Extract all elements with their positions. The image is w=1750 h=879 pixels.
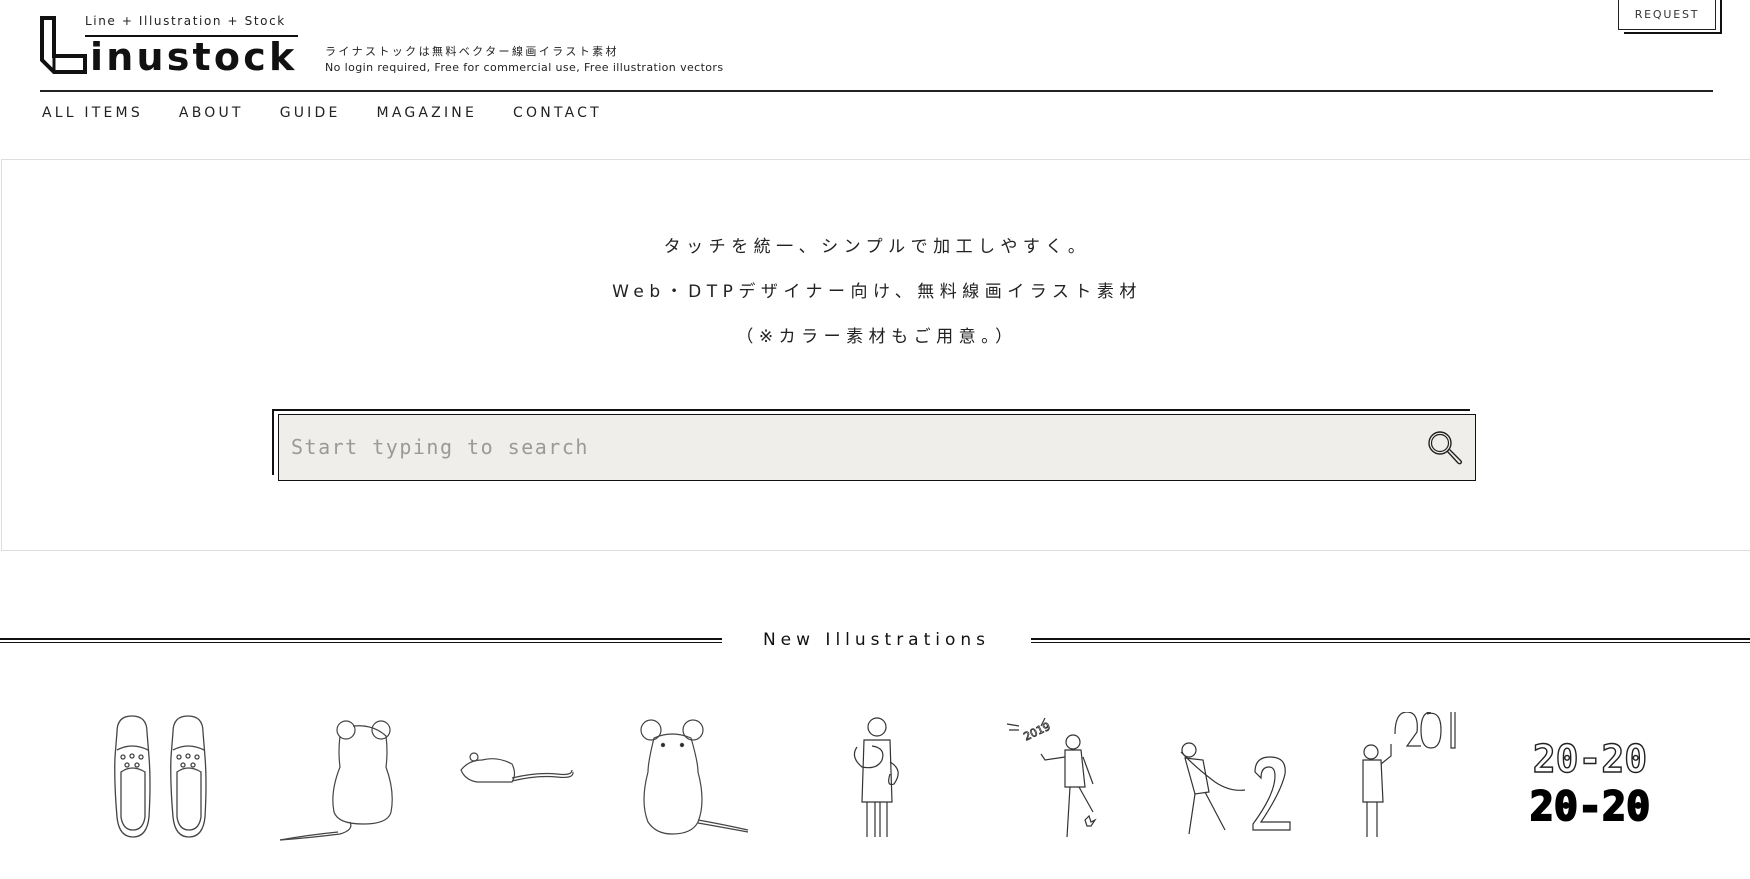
main-nav: ALL ITEMS ABOUT GUIDE MAGAZINE CONTACT (42, 105, 638, 121)
illustration-woman-lucky-bag[interactable] (842, 712, 912, 842)
logo-wordmark: inustock (90, 35, 298, 79)
illustration-mouse-side[interactable] (457, 712, 577, 842)
sandals-image (114, 715, 207, 838)
illustration-sandals[interactable] (105, 712, 215, 842)
site-tagline: ライナストックは無料ベクター線画イラスト素材 No login required… (325, 44, 723, 76)
logo-mark-icon (40, 16, 87, 74)
search-icon[interactable] (1425, 428, 1465, 468)
search-frame-top (272, 409, 1470, 411)
mouse-front-image (640, 719, 749, 835)
section-divider-right (1031, 638, 1750, 643)
search-box (278, 414, 1476, 481)
section-divider-left (0, 638, 722, 643)
site-tagline-ja: ライナストックは無料ベクター線画イラスト素材 (325, 45, 619, 58)
kick-2019-image: 2019 (1006, 717, 1097, 838)
nav-item-magazine[interactable]: MAGAZINE (377, 105, 477, 121)
2020-solid-text: 20-20 (1530, 784, 1650, 830)
logo-tagline: Line + Illustration + Stock (85, 14, 286, 28)
2020-text-image: 20-20 20-20 (1529, 736, 1651, 831)
illustration-2020-text[interactable]: 20-20 20-20 (1529, 712, 1651, 842)
hero-subheadline: Web・DTPデザイナー向け、無料線画イラスト素材 (612, 282, 1142, 302)
hero-section: タッチを統一、シンプルで加工しやすく。 Web・DTPデザイナー向け、無料線画イ… (1, 159, 1750, 551)
mouse-back-image (279, 720, 393, 841)
pulling-2-image (1180, 742, 1291, 835)
header-divider (40, 90, 1713, 92)
search-input[interactable] (279, 415, 1419, 479)
illustration-kick-2019[interactable]: 2019 (1005, 712, 1105, 842)
svg-text:2019: 2019 (1022, 720, 1053, 744)
site-logo[interactable]: Line + Illustration + Stock inustock (40, 14, 300, 79)
site-tagline-en: No login required, Free for commercial u… (325, 61, 724, 74)
mouse-side-image (460, 752, 574, 783)
illustration-waving-201[interactable] (1355, 711, 1475, 842)
search-bar (272, 409, 1476, 481)
section-title-new-illustrations: New Illustrations (762, 630, 991, 650)
waving-201-image (1362, 711, 1456, 837)
nav-item-about[interactable]: ABOUT (179, 105, 244, 121)
hero-headline: タッチを統一、シンプルで加工しやすく。 (663, 237, 1091, 257)
request-button[interactable]: REQUEST (1618, 0, 1716, 30)
search-frame-left (272, 409, 274, 475)
illustration-mouse-front[interactable] (636, 712, 756, 842)
woman-lucky-bag-image (853, 717, 899, 837)
illustration-pulling-2[interactable] (1175, 712, 1295, 842)
nav-item-all-items[interactable]: ALL ITEMS (42, 105, 143, 121)
hero-note: （※カラー素材もご用意。） (736, 327, 1018, 347)
nav-item-guide[interactable]: GUIDE (280, 105, 341, 121)
illustration-mouse-back[interactable] (278, 712, 403, 842)
2020-outline-text: 20-20 (1533, 737, 1647, 781)
nav-item-contact[interactable]: CONTACT (513, 105, 602, 121)
